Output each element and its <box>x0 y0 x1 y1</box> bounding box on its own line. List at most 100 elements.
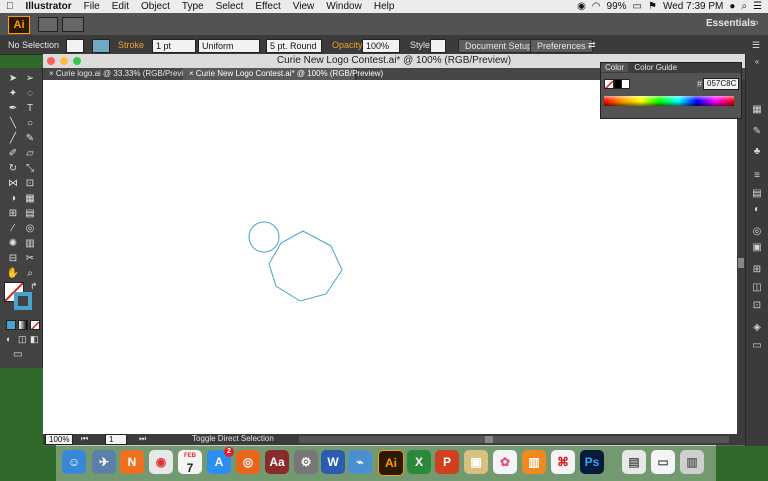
first-artboard-icon[interactable]: ⏮ <box>81 434 88 444</box>
graphic-style-swatch[interactable] <box>430 39 446 53</box>
paintbrush-tool-icon[interactable]: ╱ <box>5 132 21 145</box>
dictionary-icon[interactable]: Aa <box>265 450 289 474</box>
arrange-icon[interactable]: ⇄ <box>588 39 596 51</box>
draw-inside-icon[interactable]: ◧ <box>30 334 39 345</box>
artboards-panel-icon[interactable]: ▭ <box>751 340 763 352</box>
selection-tool-icon[interactable]: ➤ <box>5 72 21 85</box>
menu-select[interactable]: Select <box>210 0 250 13</box>
screen-mode-icon[interactable]: ▭ <box>13 349 22 360</box>
direct-selection-tool-icon[interactable]: ➢ <box>22 72 38 85</box>
menu-effect[interactable]: Effect <box>249 0 286 13</box>
stroke-panel-icon[interactable]: ≡ <box>751 170 763 182</box>
brush-definition[interactable]: 5 pt. Round <box>266 39 322 53</box>
chrome-icon[interactable]: ◉ <box>149 450 173 474</box>
draw-mode-icon[interactable]: ◐ <box>6 334 11 344</box>
status-icon[interactable]: ◉ <box>577 0 586 13</box>
color-mode-icon[interactable] <box>6 320 16 330</box>
app-store-icon[interactable]: A 2 <box>207 447 234 474</box>
swatches-panel-icon[interactable]: ▦ <box>751 104 763 116</box>
artboard-tool-icon[interactable]: ⊟ <box>5 252 21 265</box>
zoom-level[interactable]: 100% <box>45 434 73 445</box>
perspective-grid-tool-icon[interactable]: ▦ <box>22 192 38 205</box>
clock[interactable]: Wed 7:39 PM <box>663 0 723 13</box>
eraser-tool-icon[interactable]: ▱ <box>22 147 38 160</box>
menu-type[interactable]: Type <box>176 0 210 13</box>
circle-shape[interactable] <box>248 221 280 253</box>
photoshop-icon[interactable]: Ps <box>580 450 604 474</box>
flag-icon[interactable]: ⚑ <box>648 0 657 13</box>
eyedropper-tool-icon[interactable]: ⁄ <box>5 222 21 235</box>
horizontal-scrollbar[interactable] <box>299 436 729 443</box>
menu-file[interactable]: File <box>78 0 106 13</box>
status-text[interactable]: Toggle Direct Selection <box>192 434 274 443</box>
shape-builder-tool-icon[interactable]: ◑ <box>5 192 21 205</box>
zoom-window-icon[interactable] <box>73 57 81 65</box>
width-tool-icon[interactable]: ⋈ <box>5 177 21 190</box>
panel-menu-icon[interactable]: ☰ <box>752 39 760 51</box>
gradient-tool-icon[interactable]: ▤ <box>22 207 38 220</box>
none-mode-icon[interactable] <box>30 320 40 330</box>
spotlight-icon[interactable]: ⌕ <box>741 0 747 13</box>
tab-close-icon[interactable]: × <box>49 69 56 78</box>
tab-color-guide[interactable]: Color Guide <box>630 63 681 72</box>
color-spectrum[interactable] <box>604 96 734 106</box>
bridge-icon[interactable] <box>38 17 58 32</box>
trash-icon[interactable]: ▥ <box>680 450 704 474</box>
finder-icon[interactable]: ☺ <box>62 450 86 474</box>
heptagon-shape[interactable] <box>268 230 343 302</box>
firefox-icon[interactable]: ◎ <box>236 450 260 474</box>
draw-behind-icon[interactable]: ◫ <box>18 334 27 345</box>
free-transform-tool-icon[interactable]: ⊡ <box>22 177 38 190</box>
mesh-tool-icon[interactable]: ⊞ <box>5 207 21 220</box>
downloads-icon[interactable]: ▭ <box>651 450 675 474</box>
arrange-documents-icon[interactable] <box>62 17 84 32</box>
transform-panel-icon[interactable]: ⊡ <box>751 300 763 312</box>
white-swatch[interactable] <box>621 79 630 89</box>
stroke-label[interactable]: Stroke <box>118 39 144 51</box>
scale-tool-icon[interactable]: ⤡ <box>22 162 38 175</box>
powerpoint-icon[interactable]: P <box>435 450 459 474</box>
battery-icon[interactable]: ▭ <box>633 0 642 13</box>
menu-window[interactable]: Window <box>320 0 368 13</box>
image-capture-icon[interactable]: ▣ <box>464 450 488 474</box>
stroke-swatch[interactable] <box>92 39 110 53</box>
apple-icon[interactable]:  <box>0 0 20 13</box>
variable-width-profile[interactable]: Uniform <box>198 39 260 53</box>
menu-app-name[interactable]: Illustrator <box>20 0 78 13</box>
lasso-tool-icon[interactable]: ◌ <box>22 87 38 100</box>
zoom-tool-icon[interactable]: ⌕ <box>22 267 38 280</box>
menu-list-icon[interactable]: ☰ <box>753 0 762 13</box>
system-preferences-icon[interactable]: ⚙ <box>294 450 318 474</box>
blend-tool-icon[interactable]: ◎ <box>22 222 38 235</box>
graphic-styles-panel-icon[interactable]: ▣ <box>751 242 763 254</box>
artboard-number[interactable]: 1 <box>105 434 127 445</box>
preview-icon[interactable]: ✈ <box>92 450 116 474</box>
vertical-scroll-thumb[interactable] <box>738 258 744 268</box>
preferences-button[interactable]: Preferences <box>530 39 593 53</box>
menu-help[interactable]: Help <box>368 0 401 13</box>
menu-object[interactable]: Object <box>135 0 176 13</box>
hand-tool-icon[interactable]: ✋ <box>5 267 21 280</box>
align-panel-icon[interactable]: ⊞ <box>751 264 763 276</box>
tab-curie-new-logo-contest[interactable]: × Curie New Logo Contest.ai* @ 100% (RGB… <box>183 68 383 80</box>
user-icon[interactable]: ● <box>729 0 735 13</box>
xcode-icon[interactable]: ⌁ <box>348 450 372 474</box>
collapse-panels-icon[interactable]: « <box>751 56 763 68</box>
swap-fill-stroke-icon[interactable]: ↱ <box>30 281 38 292</box>
stroke-color-box[interactable] <box>14 292 32 310</box>
workspace-switcher[interactable]: Essentials <box>706 18 755 29</box>
excel-icon[interactable]: X <box>407 450 431 474</box>
wifi-icon[interactable]: ◠ <box>592 0 601 13</box>
symbols-panel-icon[interactable]: ♣ <box>751 146 763 158</box>
transparency-panel-icon[interactable]: ◐ <box>751 204 763 216</box>
artboard-canvas[interactable] <box>43 80 737 434</box>
slice-tool-icon[interactable]: ✂ <box>22 252 38 265</box>
document-icon[interactable]: ▤ <box>622 450 646 474</box>
word-icon[interactable]: W <box>321 450 345 474</box>
tab-close-icon[interactable]: × <box>189 69 196 78</box>
vertical-scrollbar[interactable] <box>737 80 745 434</box>
horizontal-scroll-thumb[interactable] <box>485 436 493 443</box>
brushes-panel-icon[interactable]: ✎ <box>751 126 763 138</box>
fill-swatch[interactable] <box>66 39 84 53</box>
menu-edit[interactable]: Edit <box>106 0 135 13</box>
